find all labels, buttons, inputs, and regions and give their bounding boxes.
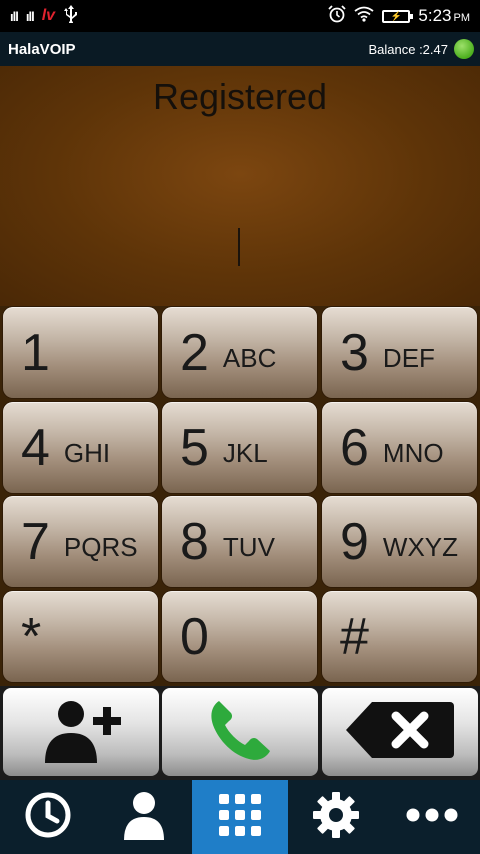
key-digit: * bbox=[21, 607, 42, 666]
dialpad: 1 2 ABC 3 DEF 4 GHI 5 JKL 6 MNO 7 PQRS 8… bbox=[0, 306, 480, 686]
ampm-text: PM bbox=[453, 12, 471, 24]
key-digit: 3 bbox=[340, 323, 369, 382]
status-bar-left: ıll ıll lv bbox=[10, 5, 79, 27]
registration-status-indicator bbox=[454, 39, 474, 59]
registration-status-text: Registered bbox=[152, 76, 328, 117]
nav-history[interactable] bbox=[0, 780, 96, 854]
nav-dialpad[interactable] bbox=[192, 780, 288, 854]
usb-icon bbox=[63, 5, 79, 27]
key-letters: DEF bbox=[382, 343, 435, 373]
person-icon bbox=[122, 790, 166, 845]
nav-settings[interactable] bbox=[288, 780, 384, 854]
call-icon bbox=[205, 695, 275, 770]
balance-area: Balance :2.47 bbox=[368, 39, 474, 59]
balance-label: Balance :2.47 bbox=[368, 41, 448, 57]
signal-strength-2-icon: ıll bbox=[25, 8, 35, 24]
key-letters: MNO bbox=[382, 438, 444, 468]
key-digit: 1 bbox=[21, 323, 50, 382]
key-digit: # bbox=[340, 607, 369, 666]
key-9[interactable]: 9 WXYZ bbox=[322, 496, 477, 587]
key-star[interactable]: * bbox=[3, 591, 158, 682]
status-bar: ıll ıll lv ⚡ 5:23 PM bbox=[0, 0, 480, 32]
gear-icon bbox=[312, 791, 360, 844]
key-5[interactable]: 5 JKL bbox=[162, 402, 317, 493]
key-8[interactable]: 8 TUV bbox=[162, 496, 317, 587]
app-title: HalaVOIP bbox=[8, 40, 76, 58]
dialpad-icon bbox=[216, 791, 264, 844]
key-letters: JKL bbox=[222, 438, 268, 468]
time-text: 5:23 bbox=[418, 6, 452, 25]
key-digit: 6 bbox=[340, 418, 369, 477]
key-digit: 5 bbox=[180, 418, 209, 477]
key-digit: 7 bbox=[21, 512, 50, 571]
key-letters: GHI bbox=[63, 438, 111, 468]
key-letters: WXYZ bbox=[382, 532, 459, 562]
key-4[interactable]: 4 GHI bbox=[3, 402, 158, 493]
backspace-icon bbox=[344, 700, 456, 765]
key-letters: ABC bbox=[222, 343, 277, 373]
key-2[interactable]: 2 ABC bbox=[162, 307, 317, 398]
alarm-icon bbox=[328, 5, 347, 27]
number-input-cursor bbox=[238, 228, 240, 266]
key-digit: 8 bbox=[180, 512, 209, 571]
more-icon bbox=[406, 807, 458, 828]
key-0[interactable]: 0 bbox=[162, 591, 317, 682]
key-digit: 2 bbox=[180, 323, 209, 382]
action-bar bbox=[0, 686, 480, 780]
key-digit: 9 bbox=[340, 512, 369, 571]
clock-icon bbox=[24, 791, 72, 844]
call-button[interactable] bbox=[162, 688, 318, 776]
clock-time: 5:23 PM bbox=[418, 6, 470, 26]
key-letters: PQRS bbox=[63, 532, 138, 562]
dial-display[interactable]: Registered bbox=[0, 66, 480, 306]
carrier-badge: lv bbox=[41, 7, 56, 24]
signal-strength-1-icon: ıll bbox=[10, 8, 19, 24]
add-contact-button[interactable] bbox=[3, 688, 159, 776]
wifi-icon bbox=[354, 6, 374, 26]
key-3[interactable]: 3 DEF bbox=[322, 307, 477, 398]
battery-icon: ⚡ bbox=[382, 9, 414, 23]
add-contact-icon bbox=[33, 697, 129, 768]
key-7[interactable]: 7 PQRS bbox=[3, 496, 158, 587]
bottom-navigation bbox=[0, 780, 480, 854]
key-6[interactable]: 6 MNO bbox=[322, 402, 477, 493]
key-letters: TUV bbox=[222, 532, 275, 562]
key-digit: 4 bbox=[21, 418, 50, 477]
key-hash[interactable]: # bbox=[322, 591, 477, 682]
key-1[interactable]: 1 bbox=[3, 307, 158, 398]
backspace-button[interactable] bbox=[322, 688, 478, 776]
key-digit: 0 bbox=[180, 607, 209, 666]
nav-more[interactable] bbox=[384, 780, 480, 854]
status-bar-right: ⚡ 5:23 PM bbox=[328, 5, 470, 27]
app-header: HalaVOIP Balance :2.47 bbox=[0, 32, 480, 66]
nav-contacts[interactable] bbox=[96, 780, 192, 854]
